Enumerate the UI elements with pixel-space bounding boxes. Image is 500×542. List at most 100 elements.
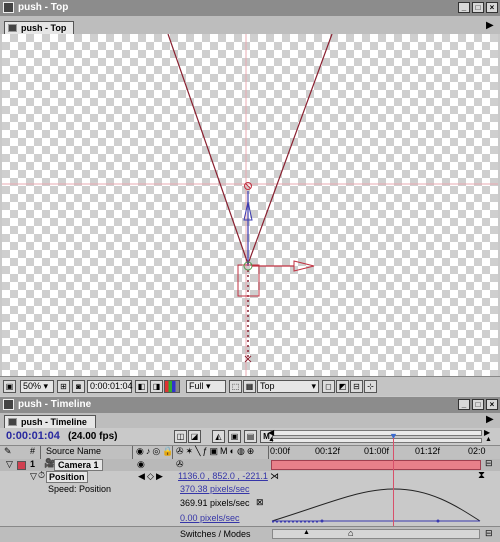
flowchart-icon[interactable]: ⊹ <box>364 380 377 393</box>
close-button[interactable]: × <box>486 2 498 13</box>
comp-toolbar: ▣ 50% ▾ ⊞ ◙ 0:00:01:04 ◧ ◨ Full ▾ ⬚ ▦ To… <box>0 376 500 396</box>
layer-switches-icons[interactable]: ✇✶╲ƒ▣M◐◍⊕ <box>176 446 256 457</box>
layer-duration-bar[interactable] <box>271 460 481 470</box>
timeline-bottom-bar: Switches / Modes ▲ ⌂ ⊟ <box>0 526 500 542</box>
zoom-out-icon[interactable]: ▲ <box>485 436 492 443</box>
layer-row[interactable]: ▽ 1 🎥 Camera 1 ◉ ✇ ⊟ <box>0 458 500 471</box>
timeline-time-row: 0:00:01:04 (24.00 fps) ◫ ◪ ◭ ▣ ▤ M ◀ ▶ ▲… <box>0 428 500 445</box>
camera-frustum-left <box>167 34 249 265</box>
shy-layers-icon[interactable]: ◪ <box>188 430 201 443</box>
scroll-right-icon[interactable]: ⌂ <box>348 528 353 538</box>
comp-marker-icon[interactable]: ◫ <box>174 430 187 443</box>
tab-label: push - Top <box>21 23 67 33</box>
camera-frustum-right <box>247 34 333 265</box>
layer-bar-end-icon[interactable]: ⊟ <box>485 458 493 469</box>
av-switches-icons[interactable]: ◉♪◎🔒 <box>136 446 175 457</box>
ruler-label-3: 01:12f <box>415 446 441 456</box>
end-keyframe-icon[interactable]: ⧗ <box>478 470 485 481</box>
position-value[interactable]: 1136.0 , 852.0 , -221.1 <box>178 471 268 481</box>
layer-name[interactable]: Camera 1 <box>54 459 103 471</box>
layer-number: 1 <box>30 459 36 469</box>
layer-switch-icon[interactable]: ✇ <box>176 459 184 470</box>
work-area-bar[interactable] <box>272 430 482 436</box>
live-update-icon[interactable]: ◭ <box>212 430 225 443</box>
speed-graph[interactable] <box>270 483 482 526</box>
frame-rate: (24.00 fps) <box>68 431 118 442</box>
horizontal-scrollbar[interactable]: ▲ ⌂ <box>272 528 480 539</box>
property-name[interactable]: Position <box>46 471 88 483</box>
timeline-titlebar[interactable]: push - Timeline _ □ × <box>0 397 500 413</box>
maximize-button[interactable]: □ <box>472 399 484 410</box>
snapshot-icon[interactable]: ◧ <box>135 380 148 393</box>
add-keyframe-icon[interactable]: ◇ <box>147 471 154 482</box>
x-axis-arrow-icon <box>293 260 315 272</box>
tab-push-top[interactable]: push - Top <box>4 21 74 34</box>
comp-timecode[interactable]: 0:00:01:04 <box>87 380 133 393</box>
timeline-window: push - Timeline _ □ × push - Timeline ▶ … <box>0 397 500 542</box>
next-keyframe-icon[interactable]: ▶ <box>156 471 163 482</box>
label-column-icon[interactable]: ✎ <box>4 446 12 457</box>
speed-top-value[interactable]: 370.38 pixels/sec <box>180 484 250 494</box>
view-options-icon[interactable]: ◻ <box>322 380 335 393</box>
zoom-slider-track[interactable] <box>272 438 482 443</box>
prev-keyframe-icon[interactable]: ◀ <box>138 471 145 482</box>
current-time-indicator[interactable] <box>393 438 394 526</box>
comp-tab-strip: push - Top ▶ <box>0 16 500 34</box>
close-button[interactable]: × <box>486 399 498 410</box>
show-snapshot-icon[interactable]: ◨ <box>150 380 163 393</box>
comp-titlebar[interactable]: push - Top _ □ × <box>0 0 500 16</box>
view-value: Top <box>260 381 275 391</box>
rgb-channels-icon[interactable] <box>164 380 180 393</box>
scroll-end-icon[interactable]: ⊟ <box>485 528 493 539</box>
switches-modes-toggle[interactable]: Switches / Modes <box>180 529 251 539</box>
region-of-interest-icon[interactable]: ⬚ <box>229 380 242 393</box>
resolution-value: Full <box>189 381 204 391</box>
safe-zones-icon[interactable]: ⊞ <box>57 380 70 393</box>
layer-expand-icon[interactable]: ▽ <box>6 459 13 470</box>
speed-curve <box>271 488 481 522</box>
speed-label: Speed: Position <box>48 484 112 494</box>
scroll-left-icon[interactable]: ▲ <box>303 529 310 536</box>
tab-menu-arrow-icon[interactable]: ▶ <box>486 414 494 425</box>
grid-icon[interactable]: ⊟ <box>350 380 363 393</box>
property-expand-icon[interactable]: ▽ <box>30 471 37 482</box>
speed-bottom-value[interactable]: 0.00 pixels/sec <box>180 513 240 523</box>
frame-blending-icon[interactable]: ▤ <box>244 430 257 443</box>
ruler-label-2: 01:00f <box>364 446 390 456</box>
app-icon <box>3 2 14 13</box>
comp-viewport[interactable] <box>2 34 498 376</box>
comp-icon <box>8 418 17 426</box>
tab-menu-arrow-icon[interactable]: ▶ <box>486 20 494 31</box>
maximize-button[interactable]: □ <box>472 2 484 13</box>
position-row[interactable]: ▽ ⏱ Position ◀ ◇ ▶ 1136.0 , 852.0 , -221… <box>0 470 500 483</box>
layer-number-header[interactable]: # <box>30 446 35 456</box>
tab-push-timeline[interactable]: push - Timeline <box>4 415 96 428</box>
source-name-header[interactable]: Source Name <box>46 446 101 456</box>
view-dropdown[interactable]: Top ▾ <box>257 380 319 393</box>
timecode-camera-icon[interactable]: ◙ <box>72 380 85 393</box>
draft-3d-switch-icon[interactable]: ▣ <box>228 430 241 443</box>
start-keyframe-icon[interactable]: ⋊ <box>270 471 279 482</box>
speed-graph-icon[interactable]: ⊠ <box>256 497 264 508</box>
stopwatch-icon[interactable]: ⏱ <box>38 470 45 481</box>
layer-label-color[interactable] <box>17 461 26 470</box>
always-preview-icon[interactable]: ▣ <box>3 380 16 393</box>
ease-handle-right <box>436 519 440 523</box>
zoom-dropdown[interactable]: 50% ▾ <box>20 380 54 393</box>
timeline-window-title: push - Timeline <box>18 399 92 410</box>
timeline-header-row: ✎ # Source Name ◉♪◎🔒 ✇✶╲ƒ▣M◐◍⊕ 0:00f 00:… <box>0 445 500 460</box>
comp-window: push - Top _ □ × push - Top ▶ ▣ 50% ▾ ⊞ … <box>0 0 500 396</box>
transparency-grid-icon[interactable]: ▦ <box>243 380 256 393</box>
zoom-in-icon[interactable]: ▲ <box>268 436 275 443</box>
speed-graph-row: Speed: Position 370.38 pixels/sec 369.91… <box>0 483 500 526</box>
ruler-label-1: 00:12f <box>315 446 341 456</box>
zoom-value: 50% <box>23 381 42 391</box>
comp-icon <box>8 24 17 32</box>
draft-3d-icon[interactable]: ◩ <box>336 380 349 393</box>
resolution-dropdown[interactable]: Full ▾ <box>186 380 226 393</box>
minimize-button[interactable]: _ <box>458 399 470 410</box>
camera-view-overlay <box>2 34 498 376</box>
video-switch-eye-icon[interactable]: ◉ <box>137 459 145 470</box>
minimize-button[interactable]: _ <box>458 2 470 13</box>
current-time[interactable]: 0:00:01:04 <box>6 430 60 442</box>
